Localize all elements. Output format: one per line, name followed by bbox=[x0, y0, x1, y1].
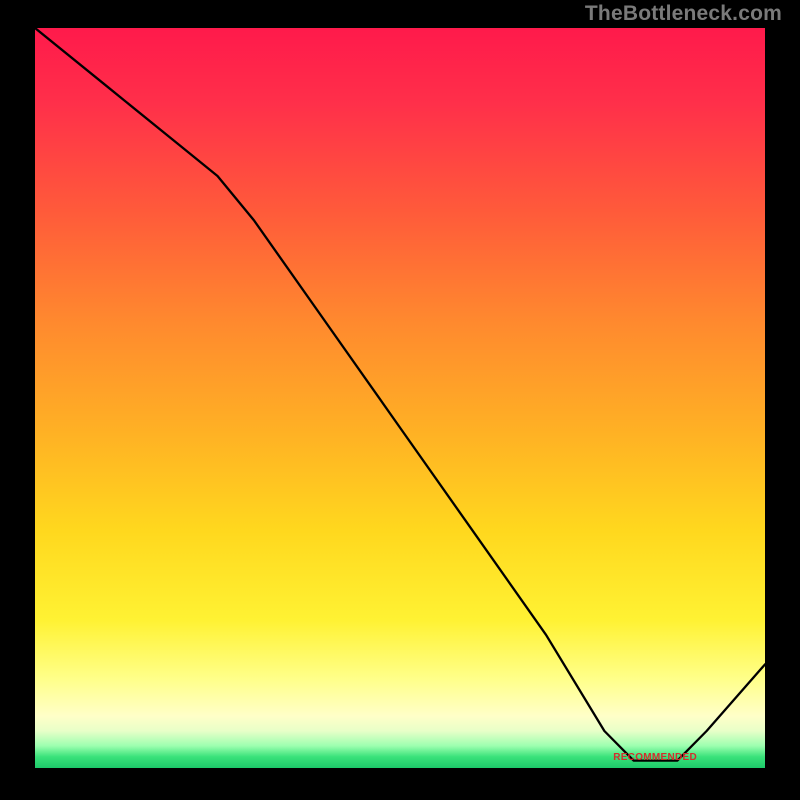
data-curve bbox=[35, 28, 765, 761]
watermark-text: TheBottleneck.com bbox=[585, 2, 782, 26]
recommended-annotation: RECOMMENDED bbox=[613, 752, 697, 763]
plot-area: RECOMMENDED bbox=[35, 28, 765, 768]
bottleneck-line-chart bbox=[35, 28, 765, 768]
chart-frame: TheBottleneck.com RECOMMENDED bbox=[0, 0, 800, 800]
